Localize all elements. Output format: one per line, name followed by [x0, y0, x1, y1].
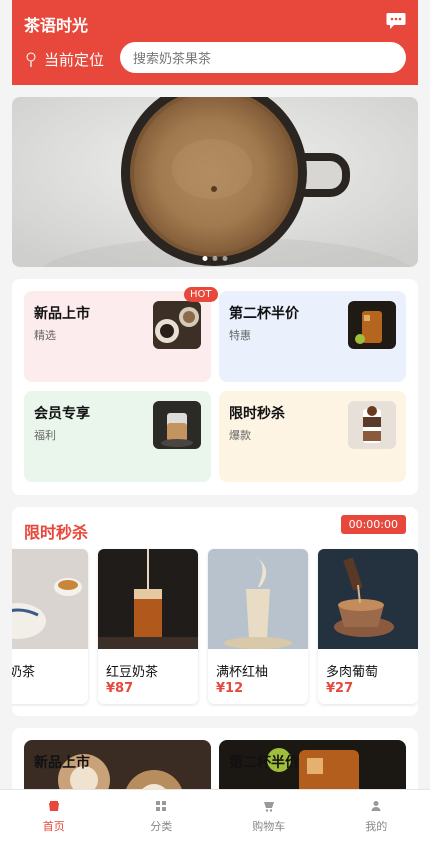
home-icon	[48, 801, 59, 811]
promo-subtitle: 爆款	[229, 429, 251, 442]
recommend-title: 第二杯半价	[229, 755, 299, 771]
tab-home[interactable]: 首页	[0, 790, 108, 844]
tab-category[interactable]: 分类	[108, 790, 216, 844]
grid-icon	[156, 801, 167, 811]
chat-bubble-icon[interactable]	[386, 12, 406, 30]
promo-title: 会员专享	[34, 406, 90, 422]
product-name: 满杯红柚	[216, 665, 269, 680]
countdown-timer: 00:00:00	[340, 515, 406, 534]
product-name: 多肉葡萄	[326, 665, 379, 680]
promo-member-exclusive[interactable]: 会员专享 福利	[24, 391, 211, 482]
promo-title: 限时秒杀	[229, 406, 285, 422]
promo-subtitle: 精选	[34, 329, 56, 342]
product-image	[318, 549, 418, 649]
product-card[interactable]: 红豆奶茶 ¥87	[98, 549, 198, 704]
product-price: ¥27	[326, 681, 354, 696]
promo-title: 第二杯半价	[229, 306, 299, 322]
product-price: ¥12	[216, 681, 244, 696]
tab-label: 购物车	[252, 820, 286, 833]
tab-profile[interactable]: 我的	[323, 790, 430, 844]
promo-thumbnail	[153, 401, 201, 449]
product-name: 麦奶茶	[12, 665, 36, 680]
app-root: 茶语时光 当前定位 搜索奶茶果茶 新品上市 精选 HOT 第二杯半价 特惠 会员…	[0, 0, 430, 844]
bottom-tab-bar: 首页 分类 购物车 我的	[0, 789, 430, 844]
location-label: 当前定位	[44, 51, 105, 69]
promo-title: 新品上市	[34, 306, 90, 322]
search-placeholder: 搜索奶茶果茶	[133, 52, 212, 67]
product-card[interactable]: 满杯红柚 ¥12	[208, 549, 308, 704]
tab-cart[interactable]: 购物车	[215, 790, 323, 844]
promo-subtitle: 特惠	[229, 329, 251, 342]
product-image	[208, 549, 308, 649]
cart-icon	[263, 802, 274, 812]
app-title: 茶语时光	[24, 16, 89, 35]
hot-badge: HOT	[184, 287, 218, 302]
tab-label: 分类	[150, 820, 173, 833]
banner-pagination	[202, 256, 228, 261]
promo-thumbnail	[153, 301, 201, 349]
banner-coffee-image	[12, 97, 418, 267]
pagination-dot[interactable]	[222, 256, 228, 261]
location-selector[interactable]: 当前定位	[24, 49, 104, 70]
search-input[interactable]: 搜索奶茶果茶	[120, 42, 406, 73]
promo-second-half-price[interactable]: 第二杯半价 特惠	[219, 291, 406, 382]
section-title: 限时秒杀	[24, 523, 89, 542]
promo-subtitle: 福利	[34, 429, 56, 442]
top-header: 茶语时光 当前定位 搜索奶茶果茶	[12, 0, 418, 85]
map-pin-icon	[26, 52, 36, 67]
tab-label: 我的	[365, 820, 388, 833]
product-image	[12, 549, 88, 649]
product-price: ¥87	[106, 681, 134, 696]
promo-thumbnail	[348, 301, 396, 349]
promo-new-arrivals[interactable]: 新品上市 精选 HOT	[24, 287, 218, 382]
pagination-dot[interactable]	[212, 256, 218, 261]
hero-banner[interactable]	[12, 97, 418, 267]
promo-thumbnail	[348, 401, 396, 449]
tab-label: 首页	[42, 820, 65, 833]
product-name: 红豆奶茶	[106, 665, 159, 680]
product-image	[98, 549, 198, 649]
promo-flash-sale[interactable]: 限时秒杀 爆款	[219, 391, 406, 482]
pagination-dot[interactable]	[202, 256, 208, 261]
user-icon	[371, 801, 381, 811]
flash-sale-section: 限时秒杀 00:00:00 麦奶茶 2 红豆奶茶 ¥87 满杯红柚 ¥12 多肉…	[12, 507, 418, 716]
product-card[interactable]: 多肉葡萄 ¥27	[318, 549, 418, 704]
recommend-title: 新品上市	[34, 755, 90, 771]
product-card[interactable]: 麦奶茶 2	[12, 549, 88, 704]
promo-grid: 新品上市 精选 HOT 第二杯半价 特惠 会员专享 福利 限时秒杀 爆款	[12, 279, 418, 495]
